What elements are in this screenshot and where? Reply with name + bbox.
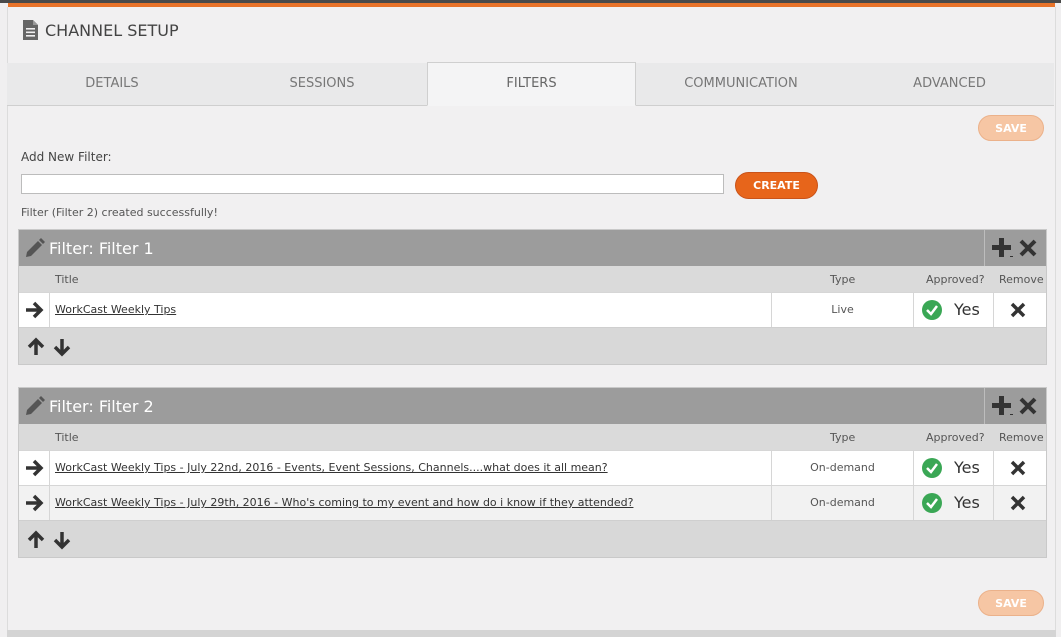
row-title-link[interactable]: WorkCast Weekly Tips - July 22nd, 2016 -… bbox=[55, 461, 608, 474]
tab-bar: DETAILS SESSIONS FILTERS COMMUNICATION A… bbox=[7, 62, 1054, 106]
approved-label: Yes bbox=[954, 458, 980, 477]
tab-advanced[interactable]: ADVANCED bbox=[845, 63, 1054, 105]
tab-communication[interactable]: COMMUNICATION bbox=[636, 63, 846, 105]
reorder-bar bbox=[19, 520, 1046, 557]
col-type: Type bbox=[830, 273, 856, 286]
arrow-down-icon[interactable] bbox=[52, 530, 72, 550]
pencil-icon[interactable] bbox=[24, 395, 46, 417]
status-message: Filter (Filter 2) created successfully! bbox=[21, 206, 218, 219]
row-arrow-cell bbox=[19, 486, 50, 520]
header-divider bbox=[984, 388, 985, 424]
arrow-up-icon[interactable] bbox=[26, 337, 46, 357]
arrow-right-icon bbox=[26, 459, 44, 477]
document-icon bbox=[23, 20, 38, 40]
arrow-right-icon bbox=[26, 301, 44, 319]
row-arrow-cell bbox=[19, 451, 50, 485]
save-button-top[interactable]: SAVE bbox=[978, 115, 1044, 141]
check-circle-icon bbox=[922, 458, 942, 478]
approved-label: Yes bbox=[954, 300, 980, 319]
remove-icon[interactable] bbox=[1010, 460, 1026, 476]
add-icon[interactable] bbox=[991, 395, 1013, 417]
arrow-up-icon[interactable] bbox=[26, 530, 46, 550]
row-type: Live bbox=[771, 293, 914, 327]
col-remove: Remove bbox=[999, 431, 1044, 444]
page-title: CHANNEL SETUP bbox=[45, 20, 179, 40]
row-approved: Yes bbox=[913, 451, 994, 485]
filter-name: Filter: Filter 2 bbox=[49, 397, 154, 416]
col-title: Title bbox=[55, 431, 79, 444]
remove-icon[interactable] bbox=[1010, 495, 1026, 511]
column-header: Title Type Approved? Remove bbox=[19, 266, 1046, 292]
col-remove: Remove bbox=[999, 273, 1044, 286]
tab-sessions[interactable]: SESSIONS bbox=[217, 63, 427, 105]
arrow-down-icon[interactable] bbox=[52, 337, 72, 357]
new-filter-input[interactable] bbox=[21, 174, 724, 194]
reorder-bar bbox=[19, 327, 1046, 364]
table-row: WorkCast Weekly Tips - July 29th, 2016 -… bbox=[19, 485, 1046, 520]
column-header: Title Type Approved? Remove bbox=[19, 424, 1046, 450]
create-button[interactable]: CREATE bbox=[735, 172, 818, 199]
table-row: WorkCast Weekly Tips Live Yes bbox=[19, 292, 1046, 327]
pencil-icon[interactable] bbox=[24, 237, 46, 259]
row-title-link[interactable]: WorkCast Weekly Tips bbox=[55, 303, 176, 316]
save-button-bottom[interactable]: SAVE bbox=[978, 590, 1044, 616]
approved-label: Yes bbox=[954, 493, 980, 512]
filter-block: Filter: Filter 1 Title Type Approved? Re… bbox=[18, 229, 1047, 365]
filter-name: Filter: Filter 1 bbox=[49, 239, 154, 258]
tab-filters[interactable]: FILTERS bbox=[427, 62, 636, 106]
row-type: On-demand bbox=[771, 451, 914, 485]
row-type: On-demand bbox=[771, 486, 914, 520]
col-approved: Approved? bbox=[926, 273, 985, 286]
filter-block: Filter: Filter 2 Title Type Approved? Re… bbox=[18, 387, 1047, 558]
page-header: CHANNEL SETUP bbox=[22, 19, 179, 41]
header-divider bbox=[984, 230, 985, 266]
filter-header: Filter: Filter 1 bbox=[19, 230, 1046, 266]
filter-header: Filter: Filter 2 bbox=[19, 388, 1046, 424]
table-row: WorkCast Weekly Tips - July 22nd, 2016 -… bbox=[19, 450, 1046, 485]
page-bottom-edge bbox=[7, 630, 1056, 637]
tab-details[interactable]: DETAILS bbox=[7, 63, 217, 105]
row-approved: Yes bbox=[913, 486, 994, 520]
row-approved: Yes bbox=[913, 293, 994, 327]
add-icon[interactable] bbox=[991, 237, 1013, 259]
check-circle-icon bbox=[922, 300, 942, 320]
arrow-right-icon bbox=[26, 494, 44, 512]
remove-icon[interactable] bbox=[1010, 302, 1026, 318]
close-icon[interactable] bbox=[1018, 396, 1038, 416]
close-icon[interactable] bbox=[1018, 238, 1038, 258]
check-circle-icon bbox=[922, 493, 942, 513]
col-approved: Approved? bbox=[926, 431, 985, 444]
row-arrow-cell bbox=[19, 293, 50, 327]
col-title: Title bbox=[55, 273, 79, 286]
add-filter-label: Add New Filter: bbox=[21, 150, 112, 164]
row-title-link[interactable]: WorkCast Weekly Tips - July 29th, 2016 -… bbox=[55, 496, 633, 509]
col-type: Type bbox=[830, 431, 856, 444]
